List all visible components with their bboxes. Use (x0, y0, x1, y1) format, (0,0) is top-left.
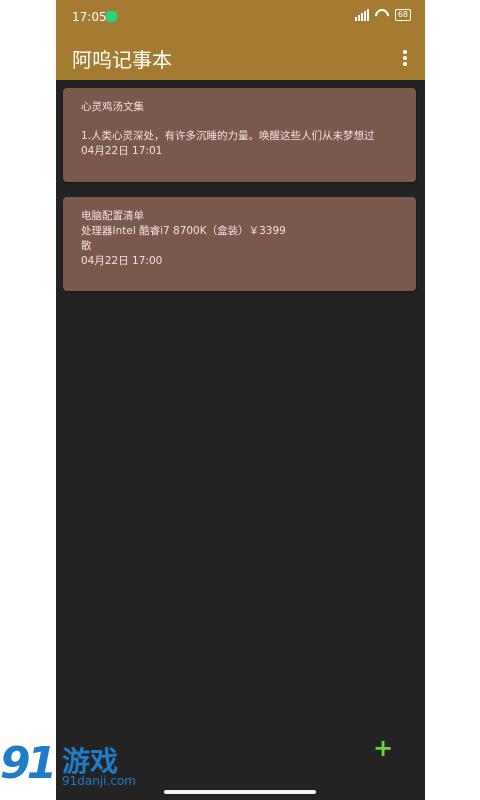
watermark-number: 91 (0, 738, 57, 789)
status-bar: 17:05 68 (56, 0, 425, 36)
app-bar: 阿呜记事本 (56, 36, 425, 80)
watermark-url: 91danji.com (62, 774, 136, 788)
note-body-extra: 散 (81, 240, 92, 252)
add-note-button[interactable]: + (361, 726, 405, 770)
note-title: 心灵鸡汤文集 (81, 101, 144, 113)
note-body: 处理器Intel 酷睿i7 8700K（盒装）￥3399 (81, 225, 286, 237)
app-title: 阿呜记事本 (72, 48, 172, 72)
app-screen: 17:05 68 阿呜记事本 心灵鸡汤文集 1.人类心灵深处，有许多沉睡的力量。… (56, 0, 425, 800)
plus-icon: + (372, 734, 394, 762)
note-date: 04月22日 17:01 (81, 145, 163, 157)
note-card[interactable]: 心灵鸡汤文集 1.人类心灵深处，有许多沉睡的力量。唤醒这些人们从未梦想过 04月… (63, 88, 416, 182)
battery-icon: 68 (394, 9, 411, 21)
overflow-menu-icon[interactable] (397, 46, 413, 70)
note-list: 心灵鸡汤文集 1.人类心灵深处，有许多沉睡的力量。唤醒这些人们从未梦想过 04月… (63, 88, 416, 306)
note-date: 04月22日 17:00 (81, 255, 163, 267)
note-body: 1.人类心灵深处，有许多沉睡的力量。唤醒这些人们从未梦想过 (81, 130, 375, 142)
note-card[interactable]: 电脑配置清单 处理器Intel 酷睿i7 8700K（盒装）￥3399 散 04… (63, 197, 416, 291)
home-indicator (164, 790, 316, 794)
status-icons: 68 (354, 9, 411, 21)
wifi-icon (375, 9, 389, 21)
notification-app-icon (106, 11, 117, 22)
note-title: 电脑配置清单 (81, 210, 144, 222)
signal-icon (354, 9, 369, 21)
status-time: 17:05 (72, 10, 107, 24)
watermark-logo: 91 游戏 91danji.com (0, 738, 140, 798)
